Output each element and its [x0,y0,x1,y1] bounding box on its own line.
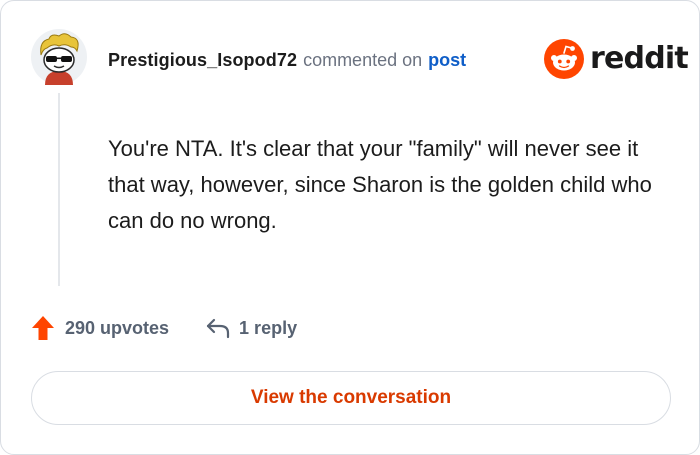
comment-header: Prestigious_Isopod72 commented on post [108,48,466,72]
view-conversation-button[interactable]: View the conversation [31,371,671,425]
upvote-button[interactable]: 290 upvotes [31,315,169,341]
comment-text: You're NTA. It's clear that your "family… [108,136,652,233]
reply-arrow-icon [206,318,230,339]
reddit-logo[interactable]: reddit [544,39,689,79]
reply-button[interactable]: 1 reply [205,317,297,339]
reddit-snoo-icon [544,39,584,79]
commented-on-text: commented on [303,49,423,70]
comment-embed-card: Prestigious_Isopod72 commented on post r… [0,0,700,455]
username-link[interactable]: Prestigious_Isopod72 [108,50,297,71]
thread-line [58,93,60,286]
upvote-arrow-icon [32,316,54,340]
reddit-wordmark: reddit [590,41,689,76]
comment-actions: 290 upvotes 1 reply [31,313,297,343]
reply-count: 1 reply [239,317,298,338]
post-link[interactable]: post [428,50,466,71]
upvote-count: 290 upvotes [65,317,170,338]
avatar-snoo-image [31,29,87,85]
user-avatar[interactable] [31,29,87,85]
